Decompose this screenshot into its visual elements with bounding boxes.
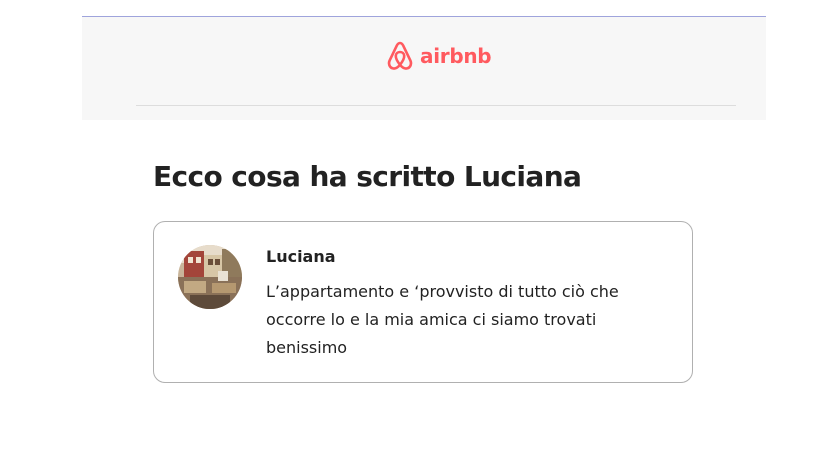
airbnb-logo[interactable]: airbnb: [386, 39, 492, 73]
airbnb-belo-icon: [387, 41, 413, 70]
review-text: L’appartamento e ‘provvisto di tutto ciò…: [266, 282, 619, 357]
reviewer-avatar: [178, 245, 242, 309]
header-divider: [136, 105, 736, 106]
reviewer-name: Luciana: [266, 247, 336, 266]
email-header: airbnb: [82, 17, 766, 120]
avatar-photo: [178, 245, 242, 309]
review-card: Luciana L’appartamento e ‘provvisto di t…: [153, 221, 693, 383]
logo-text: airbnb: [420, 44, 492, 68]
page-title: Ecco cosa ha scritto Luciana: [153, 160, 582, 193]
